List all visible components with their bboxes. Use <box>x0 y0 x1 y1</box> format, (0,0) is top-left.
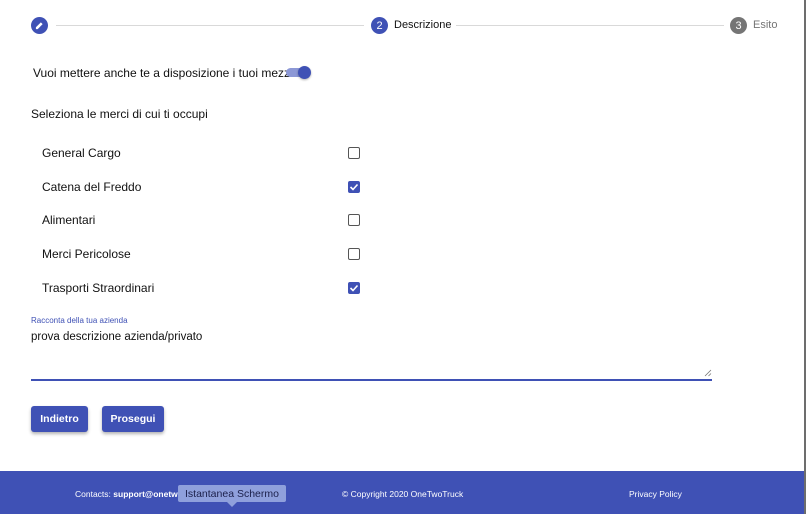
toggle-thumb <box>298 66 311 79</box>
step-2-label: Descrizione <box>394 19 452 31</box>
goods-option-general-cargo[interactable]: General Cargo <box>42 143 372 163</box>
goods-checkbox[interactable] <box>348 147 360 159</box>
goods-option-label: General Cargo <box>42 146 121 160</box>
goods-option-trasporti-straordinari[interactable]: Trasporti Straordinari <box>42 278 372 298</box>
goods-option-merci-pericolose[interactable]: Merci Pericolose <box>42 244 372 264</box>
footer-contacts-email[interactable]: support@onetw <box>113 489 177 499</box>
checkmark-icon <box>349 284 359 292</box>
screenshot-tooltip: Istantanea Schermo <box>178 485 286 502</box>
footer-privacy-link[interactable]: Privacy Policy <box>629 489 682 499</box>
goods-checkbox[interactable] <box>348 282 360 294</box>
goods-section-title: Seleziona le merci di cui ti occupi <box>31 107 208 121</box>
description-field-label: Racconta della tua azienda <box>31 316 128 325</box>
footer-contacts-label: Contacts: <box>75 489 111 499</box>
step-2-number: 2 <box>371 17 388 34</box>
goods-option-label: Trasporti Straordinari <box>42 281 155 295</box>
share-vehicles-toggle[interactable] <box>286 66 312 79</box>
goods-option-label: Alimentari <box>42 213 96 227</box>
back-button[interactable]: Indietro <box>31 406 88 432</box>
checkmark-icon <box>349 183 359 191</box>
stepper-connector <box>56 25 364 26</box>
stepper: 2 Descrizione 3 Esito <box>0 0 806 50</box>
goods-checkbox[interactable] <box>348 214 360 226</box>
description-field-underline <box>31 379 712 381</box>
description-field[interactable]: prova descrizione azienda/privato <box>31 331 202 343</box>
goods-option-alimentari[interactable]: Alimentari <box>42 210 372 230</box>
footer-contacts: Contacts: support@onetw <box>75 489 178 499</box>
stepper-connector <box>456 25 724 26</box>
goods-option-catena-del-freddo[interactable]: Catena del Freddo <box>42 177 372 197</box>
goods-option-label: Merci Pericolose <box>42 247 131 261</box>
footer: Contacts: support@onetw © Copyright 2020… <box>0 471 806 514</box>
resize-handle-icon[interactable] <box>704 369 712 377</box>
footer-copyright: © Copyright 2020 OneTwoTruck <box>342 489 464 499</box>
next-button[interactable]: Prosegui <box>102 406 164 432</box>
share-vehicles-question: Vuoi mettere anche te a disposizione i t… <box>33 66 300 80</box>
step-1-edit-icon[interactable] <box>31 17 48 34</box>
goods-checkbox[interactable] <box>348 248 360 260</box>
goods-option-label: Catena del Freddo <box>42 180 142 194</box>
goods-checkbox[interactable] <box>348 181 360 193</box>
step-3-number: 3 <box>730 17 747 34</box>
tooltip-arrow <box>227 502 237 507</box>
step-3-label: Esito <box>753 19 778 31</box>
